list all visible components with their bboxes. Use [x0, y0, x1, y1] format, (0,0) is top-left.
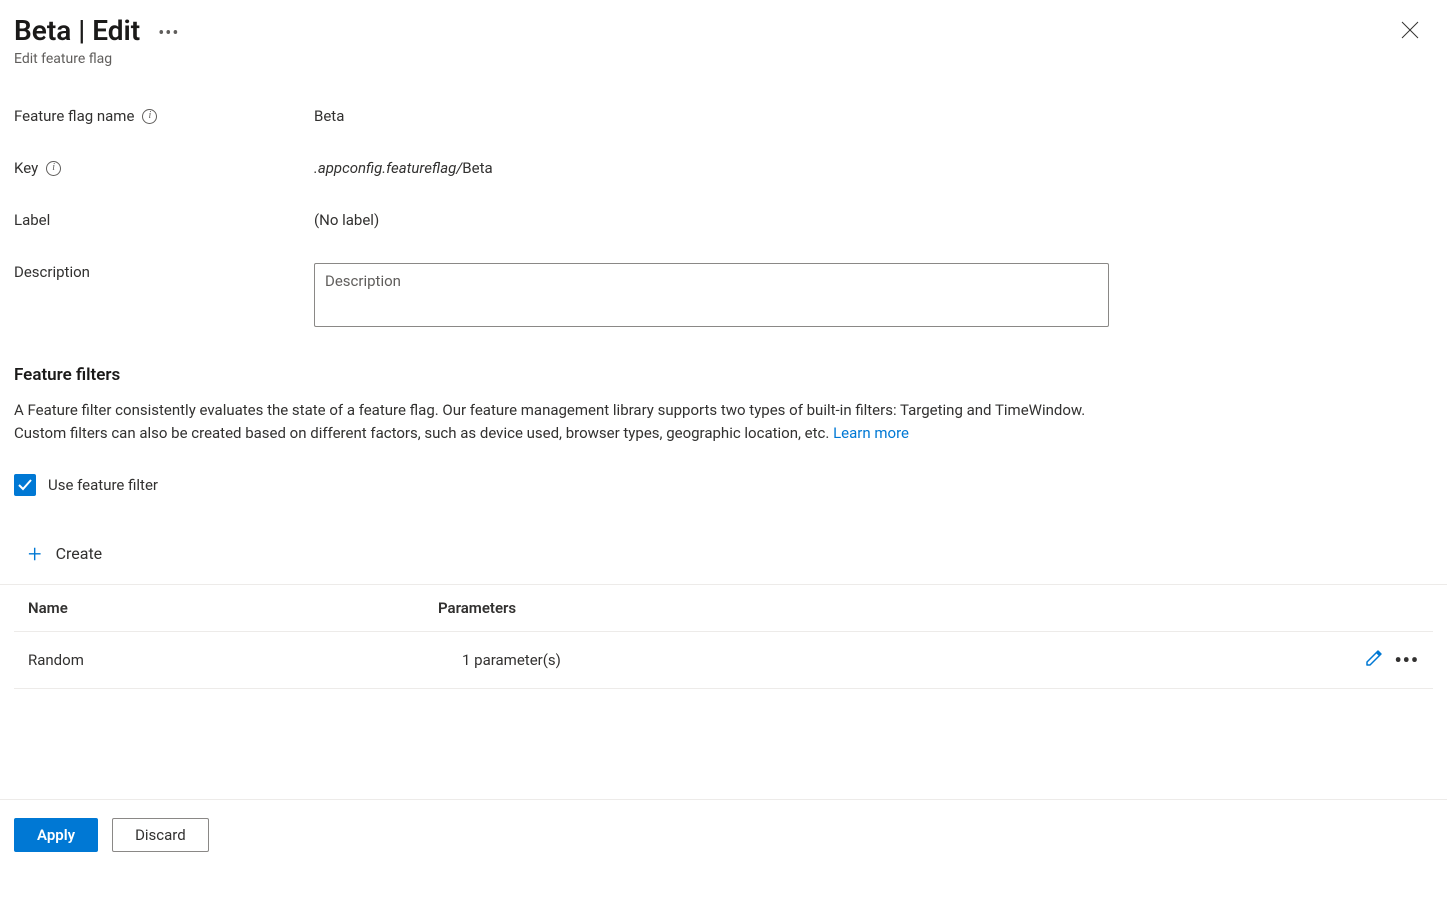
filters-table: Name Parameters Random 1 parameter(s) ••…	[0, 585, 1447, 689]
label-text: Label	[14, 211, 50, 229]
page-header: Beta | Edit ••• Edit feature flag	[0, 0, 1447, 73]
page-title: Beta | Edit	[14, 14, 140, 47]
use-feature-filter-checkbox[interactable]	[14, 474, 36, 496]
label-text: Key	[14, 159, 38, 177]
feature-filters-heading: Feature filters	[0, 365, 1447, 385]
label-feature-flag-name: Feature flag name i	[14, 107, 314, 125]
edit-button[interactable]	[1364, 648, 1384, 672]
label-label: Label	[14, 211, 314, 229]
info-icon[interactable]: i	[142, 109, 157, 124]
create-filter-button[interactable]: + Create	[0, 518, 1447, 585]
filters-table-row: Random 1 parameter(s) •••	[14, 632, 1433, 689]
title-row: Beta | Edit •••	[14, 14, 179, 47]
info-icon[interactable]: i	[46, 161, 61, 176]
plus-icon: +	[28, 542, 42, 566]
feature-filters-description: A Feature filter consistently evaluates …	[0, 399, 1105, 446]
label-text: Feature flag name	[14, 107, 134, 125]
page-subtitle: Edit feature flag	[14, 51, 179, 67]
cell-filter-name: Random	[28, 651, 438, 669]
close-icon	[1401, 21, 1419, 39]
value-feature-flag-name: Beta	[314, 107, 1433, 125]
description-input[interactable]	[314, 263, 1109, 327]
row-actions: •••	[1364, 648, 1419, 672]
learn-more-link[interactable]: Learn more	[833, 424, 909, 442]
col-header-name: Name	[28, 599, 438, 617]
value-label: (No label)	[314, 211, 1433, 229]
key-suffix: Beta	[462, 159, 492, 177]
checkmark-icon	[17, 477, 33, 493]
cell-filter-params: 1 parameter(s)	[438, 651, 1364, 669]
pencil-icon	[1364, 648, 1384, 668]
key-prefix: .appconfig.featureflag/	[314, 159, 462, 177]
label-description: Description	[14, 263, 314, 281]
filters-table-header: Name Parameters	[14, 585, 1433, 632]
filters-desc-text: A Feature filter consistently evaluates …	[14, 401, 1085, 442]
apply-button[interactable]: Apply	[14, 818, 98, 852]
row-more-button[interactable]: •••	[1394, 650, 1419, 670]
value-key: .appconfig.featureflag/Beta	[314, 159, 1433, 177]
label-key: Key i	[14, 159, 314, 177]
row-feature-flag-name: Feature flag name i Beta	[0, 107, 1447, 125]
discard-button[interactable]: Discard	[112, 818, 209, 852]
use-feature-filter-row: Use feature filter	[0, 474, 1447, 496]
row-description: Description	[0, 263, 1447, 327]
use-feature-filter-label: Use feature filter	[48, 476, 158, 494]
col-header-parameters: Parameters	[438, 599, 1419, 617]
title-more-icon[interactable]: •••	[158, 23, 179, 44]
header-left: Beta | Edit ••• Edit feature flag	[14, 14, 179, 67]
label-text: Description	[14, 263, 90, 281]
footer: Apply Discard	[0, 799, 1447, 852]
create-label: Create	[56, 544, 103, 563]
close-button[interactable]	[1391, 14, 1429, 50]
row-label: Label (No label)	[0, 211, 1447, 229]
row-key: Key i .appconfig.featureflag/Beta	[0, 159, 1447, 177]
